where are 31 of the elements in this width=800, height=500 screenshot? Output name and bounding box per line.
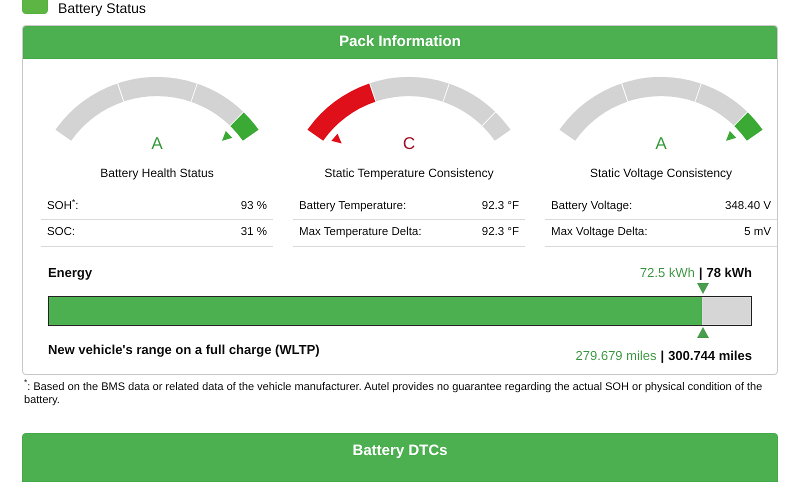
section-header: Battery DTCs (22, 432, 778, 482)
row-value: 92.3 °F (482, 199, 519, 214)
page-title: Battery Status (58, 0, 146, 16)
row-label: Max Voltage Delta: (551, 225, 648, 240)
current-value: 72.5 kWh (640, 264, 695, 282)
row-label: SOH$^{*}$: (47, 198, 78, 214)
total-value: 78 kWh (706, 264, 752, 282)
range-label: New vehicle's range on a full charge (WLTP) (48, 341, 320, 359)
current-value: 279.679 miles (576, 347, 656, 365)
gauge-title: Static Voltage Consistency (588, 165, 734, 182)
grade-letter: A (150, 132, 164, 154)
row-label: Max Temperature Delta: (299, 225, 422, 240)
grade-letter: A (654, 132, 668, 154)
grade-letter: C (402, 132, 416, 154)
row-label: Battery Temperature: (299, 199, 406, 214)
separator: | (698, 264, 702, 282)
section-header: Pack Information (23, 26, 777, 58)
app-icon (22, 0, 48, 14)
row-value: 348.40 V (724, 199, 771, 214)
row-value: 5 mV (744, 225, 771, 240)
gauge-title: Static Temperature Consistency (323, 165, 495, 182)
energy-label: Energy (48, 264, 92, 282)
row-value: 92.3 °F (482, 225, 519, 240)
gauge-title: Battery Health Status (99, 165, 215, 182)
separator: | (660, 347, 664, 365)
row-value: 31 % (240, 225, 267, 240)
total-value: 300.744 miles (668, 347, 752, 365)
footnote: $^{*}$: Based on the BMS data or related data of the vehicle manufacturer. Autel provides no guarantee regarding the actual SOH or physical condition of the battery. (23, 377, 764, 406)
row-value: 93 % (240, 199, 267, 214)
row-label: SOC: (47, 225, 76, 240)
row-label: Battery Voltage: (551, 199, 632, 214)
